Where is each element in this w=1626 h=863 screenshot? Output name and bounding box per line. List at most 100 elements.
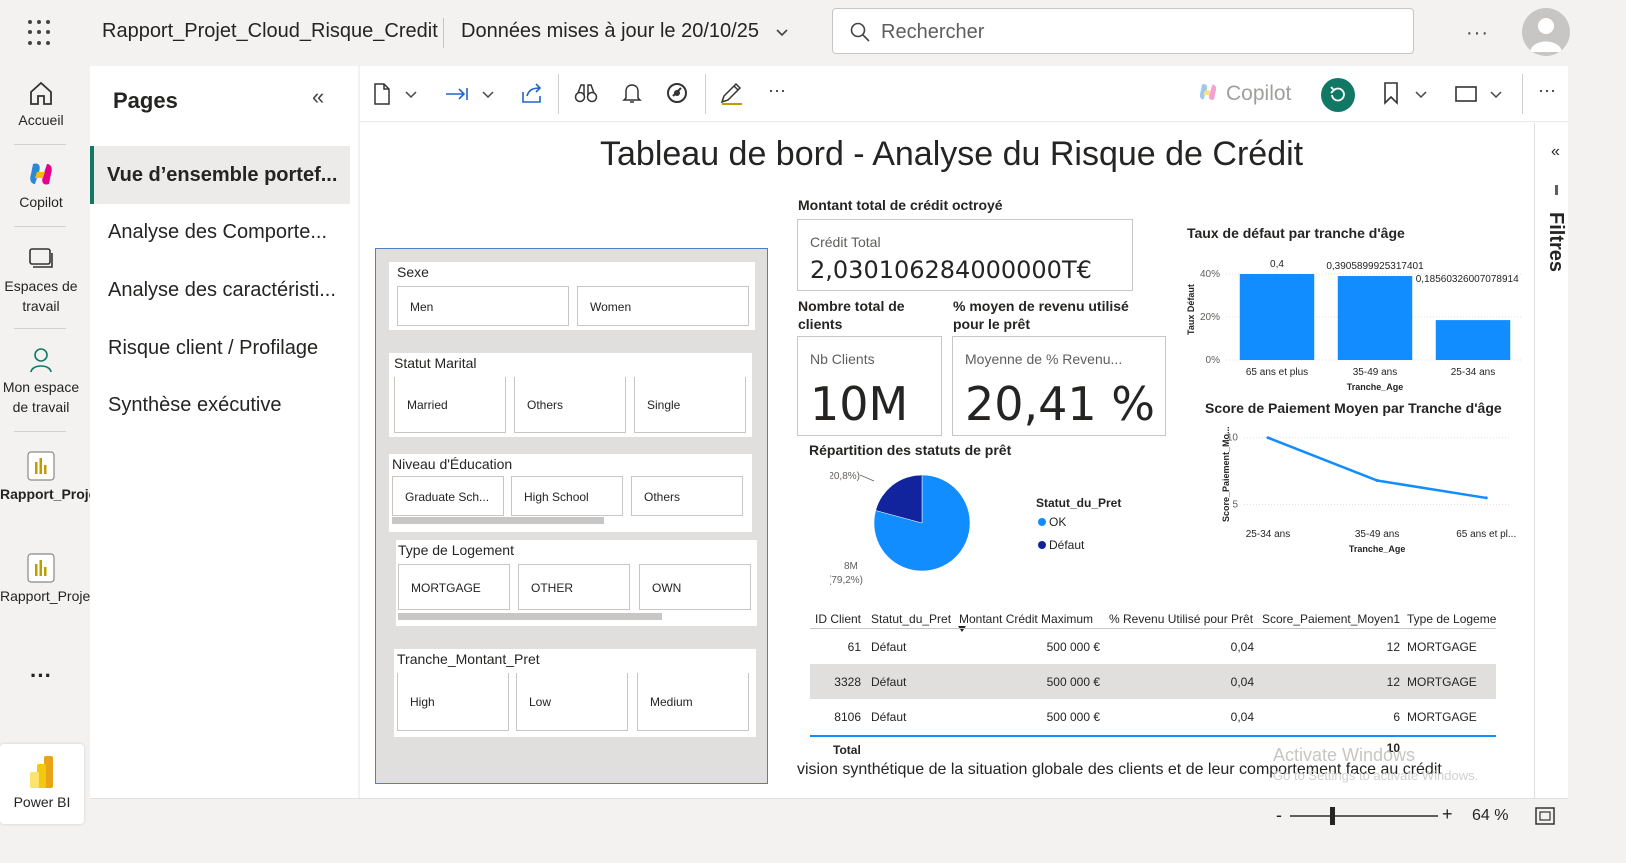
- chevron-down-icon[interactable]: [481, 88, 495, 102]
- expand-filters-icon[interactable]: «: [1551, 143, 1560, 161]
- table-header-montant[interactable]: Montant Crédit Maximum: [959, 612, 1093, 626]
- slicer-option-own[interactable]: OWN: [639, 564, 751, 610]
- nav-powerbi[interactable]: Power BI: [0, 744, 84, 824]
- share-icon[interactable]: [520, 82, 544, 104]
- detail-table[interactable]: ID Client Statut_du_Pret Montant Crédit …: [810, 612, 1510, 762]
- filters-label[interactable]: Filtres: [1544, 212, 1567, 272]
- table-header-id[interactable]: ID Client: [815, 612, 861, 626]
- chevron-down-icon[interactable]: [774, 24, 790, 40]
- toolbar-more-icon[interactable]: ···: [1538, 80, 1556, 101]
- zoom-slider-thumb[interactable]: [1330, 807, 1335, 825]
- pie-legend-ok[interactable]: OK: [1049, 515, 1066, 529]
- line-point: [1484, 496, 1488, 500]
- nav-home[interactable]: Accueil: [0, 78, 82, 130]
- export-arrow-icon[interactable]: [444, 85, 470, 103]
- slicer-option-others[interactable]: Others: [514, 377, 626, 433]
- zoom-level[interactable]: 64 %: [1472, 807, 1508, 825]
- binoculars-icon[interactable]: [574, 82, 598, 104]
- table-row[interactable]: 8106 Défaut 500 000 € 0,04 6 MORTGAGE: [810, 700, 1496, 735]
- copilot-button[interactable]: Copilot: [1196, 80, 1291, 106]
- bell-icon[interactable]: [622, 82, 642, 104]
- collapse-pages-icon[interactable]: «: [312, 84, 324, 110]
- slicer-option-high-school[interactable]: High School: [511, 476, 623, 516]
- zoom-in-button[interactable]: +: [1442, 804, 1453, 825]
- chevron-down-icon[interactable]: [404, 88, 418, 102]
- file-icon[interactable]: [372, 82, 392, 106]
- bar-x-tick: 65 ans et plus: [1246, 367, 1308, 378]
- more-options-icon[interactable]: ···: [1466, 22, 1489, 45]
- line-x-axis-label: Tranche_Age: [1349, 544, 1406, 554]
- table-row[interactable]: 61 Défaut 500 000 € 0,04 12 MORTGAGE: [810, 629, 1496, 664]
- nav-copilot[interactable]: Copilot: [0, 158, 82, 212]
- edit-pencil-icon[interactable]: [718, 82, 744, 106]
- nav-my-workspace[interactable]: Mon espace de travail: [0, 345, 82, 417]
- person-icon: [30, 348, 52, 373]
- line-chart-svg[interactable]: Score de Paiement Moyen par Tranche d'âg…: [1200, 398, 1520, 563]
- slicer-scrollbar[interactable]: [398, 613, 662, 620]
- slicer-scrollbar[interactable]: [392, 517, 604, 524]
- pie-chart[interactable]: 2M (20,8%) 8M (79,2%) Statut_du_Pret OK …: [830, 463, 1250, 593]
- table-row[interactable]: 3328 Défaut 500 000 € 0,04 12 MORTGAGE: [810, 664, 1496, 699]
- chevron-down-icon[interactable]: [1414, 88, 1428, 102]
- search-input[interactable]: [881, 18, 1381, 46]
- bookmark-icon[interactable]: [1382, 81, 1400, 105]
- page-tab-behaviour[interactable]: Analyse des Comporte...: [90, 203, 350, 261]
- table-header-logement[interactable]: Type de Logeme: [1407, 612, 1497, 626]
- line-chart-payment-score[interactable]: Score de Paiement Moyen par Tranche d'âg…: [1200, 398, 1520, 563]
- page-tab-characteristics[interactable]: Analyse des caractéristi...: [90, 261, 350, 319]
- slicer-option-low[interactable]: Low: [516, 673, 628, 731]
- avatar[interactable]: [1522, 8, 1570, 56]
- nav-report-2[interactable]: Rapport_Projet_Cloud_...: [0, 552, 158, 606]
- chevron-down-icon[interactable]: [1489, 88, 1503, 102]
- reset-button[interactable]: [1321, 78, 1355, 112]
- filter-funnel-icon: [1555, 185, 1558, 195]
- person-icon: [1530, 18, 1562, 52]
- search-box[interactable]: [832, 8, 1414, 54]
- page-tab-executive-summary[interactable]: Synthèse exécutive: [90, 376, 350, 434]
- clients-title: Nombre total de clients: [798, 298, 905, 332]
- table-header-statut[interactable]: Statut_du_Pret: [871, 612, 951, 626]
- clients-card[interactable]: Nb Clients 10M: [797, 336, 942, 436]
- pie-legend-defaut[interactable]: Défaut: [1049, 538, 1085, 552]
- nav-workspaces[interactable]: Espaces de travail: [0, 244, 82, 316]
- slicer-option-women[interactable]: Women: [577, 286, 749, 326]
- slicer-option-others[interactable]: Others: [631, 476, 743, 516]
- view-icon[interactable]: [1454, 84, 1478, 104]
- nav-workspaces-label: Espaces de travail: [4, 278, 78, 314]
- slicer-option-graduate[interactable]: Graduate Sch...: [392, 476, 504, 516]
- credit-total-card[interactable]: Crédit Total 2,030106284000000T€: [797, 219, 1133, 291]
- bar-1: [1337, 276, 1413, 360]
- credit-total-value: 2,030106284000000T€: [810, 256, 1092, 284]
- page-tab-risk-profile[interactable]: Risque client / Profilage: [90, 319, 350, 377]
- page-tab-overview[interactable]: Vue d’ensemble portef...: [90, 146, 350, 204]
- top-bar: Rapport_Projet_Cloud_Risque_Credit Donné…: [0, 0, 1570, 66]
- credit-total-title: Montant total de crédit octroyé: [798, 197, 1003, 213]
- slicer-option-single[interactable]: Single: [634, 377, 746, 433]
- fit-to-page-icon[interactable]: [1535, 807, 1555, 825]
- slicer-option-married[interactable]: Married: [394, 377, 506, 433]
- bar-chart-svg[interactable]: Taux de défaut par tranche d'âge 40% 20% 0%…: [1182, 223, 1532, 398]
- zoom-slider-track[interactable]: [1290, 815, 1438, 817]
- slicer-option-high[interactable]: High: [397, 673, 509, 731]
- toolbar-more-icon[interactable]: ···: [768, 80, 786, 101]
- slicer-option-other[interactable]: OTHER: [518, 564, 630, 610]
- zoom-out-button[interactable]: -: [1276, 805, 1282, 826]
- line-x-tick: 25-34 ans: [1246, 529, 1290, 540]
- slicer-option-men[interactable]: Men: [397, 286, 569, 326]
- nav-more-icon[interactable]: ···: [0, 665, 82, 687]
- report-icon: [27, 553, 55, 583]
- data-updated-label[interactable]: Données mises à jour le 20/10/25: [461, 20, 759, 43]
- revenu-value: 20,41 %: [965, 377, 1156, 431]
- bar-chart-default-rate[interactable]: Taux de défaut par tranche d'âge 40% 20% 0%…: [1182, 223, 1532, 398]
- table-header-score[interactable]: Score_Paiement_Moyen1: [1262, 612, 1400, 626]
- slicer-option-medium[interactable]: Medium: [637, 673, 749, 731]
- slicer-tranche-title: Tranche_Montant_Pret: [397, 651, 540, 667]
- table-header-revenu[interactable]: % Revenu Utilisé pour Prêt: [1109, 612, 1253, 626]
- insights-icon[interactable]: [666, 82, 688, 104]
- slicer-option-mortgage[interactable]: MORTGAGE: [398, 564, 510, 610]
- revenu-card[interactable]: Moyenne de % Revenu... 20,41 %: [952, 336, 1166, 436]
- app-launcher-icon[interactable]: [28, 20, 54, 46]
- line-y-axis-label: Score_Paiement_Mo...: [1221, 426, 1231, 522]
- table-total-divider: [810, 735, 1496, 737]
- nav-report-1[interactable]: Rapport_Projet_Clou...: [0, 450, 152, 504]
